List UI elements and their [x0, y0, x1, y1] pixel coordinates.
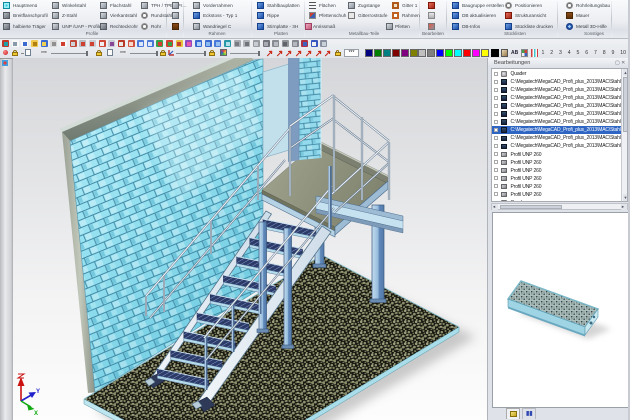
- svg-text:X: X: [34, 411, 38, 417]
- svg-text:Y: Y: [36, 389, 40, 395]
